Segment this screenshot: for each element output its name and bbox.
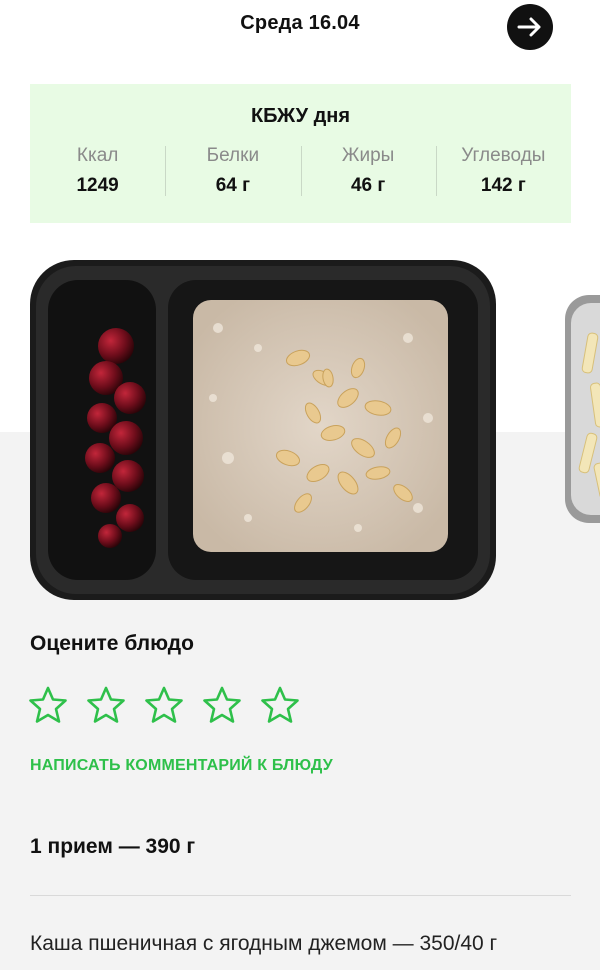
next-day-button[interactable]	[507, 4, 553, 50]
arrow-right-icon	[517, 17, 541, 37]
nutrition-carbs: Углеводы 142 г	[435, 144, 571, 200]
divider	[30, 895, 571, 896]
nutrition-label: Ккал	[76, 145, 119, 166]
star-1-icon[interactable]	[28, 685, 68, 725]
nutrition-kcal: Ккал 1249	[30, 144, 165, 200]
header: Среда 16.04	[0, 0, 600, 56]
nutrition-label: Углеводы	[461, 145, 546, 166]
nutrition-summary: КБЖУ дня Ккал 1249 Белки 64 г Жиры 46 г …	[30, 84, 571, 223]
rate-dish-title: Оцените блюдо	[30, 632, 194, 655]
nutrition-label: Белки	[206, 145, 260, 166]
star-3-icon[interactable]	[144, 685, 184, 725]
nutrition-fat: Жиры 46 г	[300, 144, 436, 200]
nutrition-value: 1249	[76, 175, 119, 196]
meal-title: 1 прием — 390 г	[30, 835, 196, 858]
nutrition-protein: Белки 64 г	[165, 144, 300, 200]
nutrition-label: Жиры	[341, 145, 395, 166]
write-comment-link[interactable]: НАПИСАТЬ КОММЕНТАРИЙ К БЛЮДУ	[30, 757, 333, 775]
dish-name: Каша пшеничная с ягодным джемом — 350/40…	[30, 932, 498, 955]
next-dish-preview[interactable]	[563, 293, 600, 525]
star-5-icon[interactable]	[260, 685, 300, 725]
dish-photo[interactable]	[28, 258, 498, 602]
nutrition-value: 46 г	[350, 175, 386, 196]
nutrition-title: КБЖУ дня	[250, 105, 351, 127]
star-rating	[28, 685, 300, 725]
nutrition-value: 64 г	[215, 175, 251, 196]
nutrition-value: 142 г	[480, 175, 526, 196]
star-4-icon[interactable]	[202, 685, 242, 725]
star-2-icon[interactable]	[86, 685, 126, 725]
